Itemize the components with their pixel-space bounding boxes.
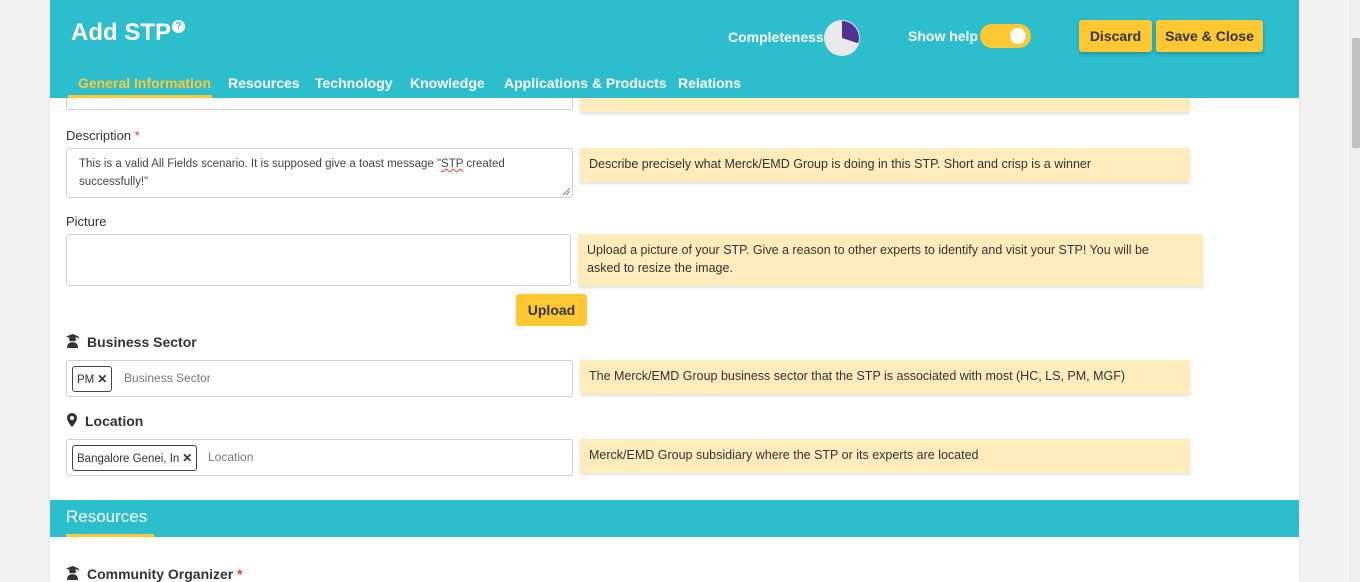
picture-hint: Upload a picture of your STP. Give a rea… bbox=[578, 234, 1203, 286]
required-marker: * bbox=[134, 128, 140, 143]
location-hint-text: Merck/EMD Group subsidiary where the STP… bbox=[589, 448, 979, 462]
picture-label: Picture bbox=[66, 214, 107, 229]
location-label: Location bbox=[85, 413, 144, 429]
completeness-pie-icon bbox=[824, 20, 860, 56]
save-close-button[interactable]: Save & Close bbox=[1156, 20, 1263, 52]
description-value-part2: created bbox=[463, 158, 505, 170]
tab-knowledge[interactable]: Knowledge bbox=[410, 75, 485, 91]
description-misspelled-word: STP bbox=[441, 158, 464, 170]
business-sector-chip: PM ✕ bbox=[72, 366, 113, 392]
resize-grip-icon[interactable] bbox=[562, 187, 570, 195]
close-icon[interactable]: ✕ bbox=[182, 451, 192, 465]
resources-section-title: Resources bbox=[66, 507, 148, 526]
question-circle-icon[interactable]: ? bbox=[172, 20, 185, 33]
required-marker: * bbox=[237, 566, 243, 582]
picture-dropzone[interactable] bbox=[66, 234, 571, 286]
resources-section-header: Resources bbox=[50, 500, 1299, 537]
tab-relations[interactable]: Relations bbox=[678, 75, 741, 91]
tab-resources[interactable]: Resources bbox=[228, 75, 300, 91]
picture-hint-line2: asked to resize the image. bbox=[587, 261, 733, 275]
tab-applications-products[interactable]: Applications & Products bbox=[504, 75, 667, 91]
location-chip: Bangalore Genei, In ✕ bbox=[72, 445, 198, 471]
page-title: Add STP bbox=[71, 19, 171, 46]
description-hint-text: Describe precisely what Merck/EMD Group … bbox=[589, 157, 1092, 171]
show-help-label: Show help bbox=[908, 28, 978, 44]
description-value-part1: This is a valid All Fields scenario. It … bbox=[79, 158, 442, 170]
location-chip-label: Bangalore Genei, In bbox=[77, 453, 180, 465]
business-sector-hint: The Merck/EMD Group business sector that… bbox=[580, 360, 1190, 394]
toggle-knob bbox=[1010, 28, 1026, 44]
business-sector-chip-label: PM bbox=[77, 374, 95, 386]
close-icon[interactable]: ✕ bbox=[97, 372, 107, 386]
tab-general-information[interactable]: General Information bbox=[78, 75, 211, 91]
description-label-text: Description bbox=[66, 128, 132, 143]
user-graduate-icon bbox=[66, 334, 79, 348]
map-marker-icon bbox=[67, 413, 77, 427]
community-organizer-label-text: Community Organizer bbox=[87, 566, 234, 582]
scrollbar-thumb[interactable] bbox=[1352, 38, 1360, 148]
business-sector-hint-text: The Merck/EMD Group business sector that… bbox=[589, 369, 1126, 383]
tab-technology[interactable]: Technology bbox=[315, 75, 393, 91]
description-hint: Describe precisely what Merck/EMD Group … bbox=[580, 148, 1190, 182]
picture-hint-text: Upload a picture of your STP. Give a rea… bbox=[587, 241, 1187, 277]
upload-button[interactable]: Upload bbox=[516, 294, 587, 326]
stp-header: Add STP ? Completeness Show help Discard… bbox=[50, 0, 1299, 98]
community-organizer-label: Community Organizer * bbox=[87, 566, 243, 582]
description-textarea[interactable]: This is a valid All Fields scenario. It … bbox=[66, 148, 573, 198]
discard-button[interactable]: Discard bbox=[1079, 20, 1152, 52]
page-scrollbar[interactable] bbox=[1350, 0, 1360, 582]
active-tab-underline bbox=[68, 95, 212, 98]
location-hint: Merck/EMD Group subsidiary where the STP… bbox=[580, 439, 1190, 473]
picture-hint-line1: Upload a picture of your STP. Give a rea… bbox=[587, 243, 1149, 257]
show-help-toggle[interactable] bbox=[980, 24, 1031, 48]
resources-section-underline bbox=[66, 534, 154, 537]
location-input[interactable]: Bangalore Genei, In ✕ Location bbox=[66, 439, 573, 476]
description-value: This is a valid All Fields scenario. It … bbox=[79, 155, 559, 191]
business-sector-placeholder: Business Sector bbox=[124, 371, 211, 385]
business-sector-input[interactable]: PM ✕ Business Sector bbox=[66, 360, 573, 397]
business-sector-label: Business Sector bbox=[87, 334, 197, 350]
completeness-label: Completeness bbox=[728, 29, 824, 45]
location-placeholder: Location bbox=[208, 450, 254, 464]
user-graduate-icon bbox=[66, 566, 79, 580]
description-label: Description * bbox=[66, 128, 140, 143]
description-value-line2: successfully!" bbox=[79, 176, 149, 188]
add-stp-card: Description * This is a valid All Fields… bbox=[50, 0, 1299, 582]
